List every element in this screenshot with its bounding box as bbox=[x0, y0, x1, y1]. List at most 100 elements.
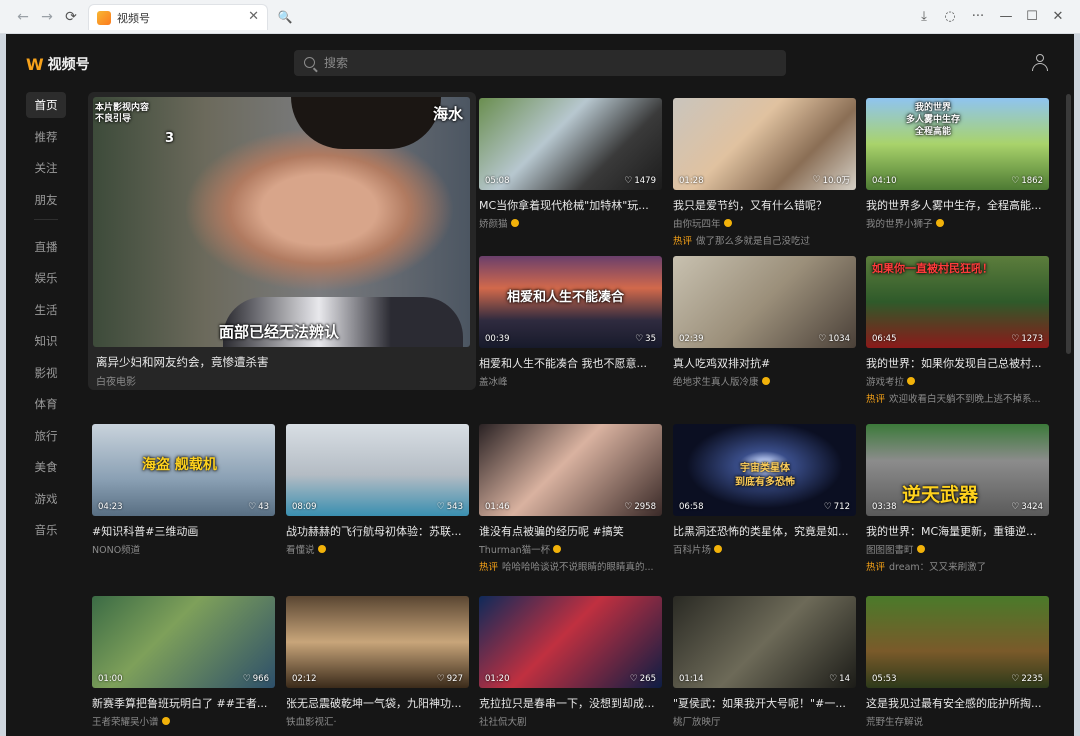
reload-icon[interactable]: ⟳ bbox=[62, 8, 80, 26]
video-title[interactable]: 张无忌震破乾坤一气袋，九阳神功... bbox=[286, 695, 469, 711]
video-title[interactable]: 新赛季算把鲁班玩明白了 ##王者... bbox=[92, 695, 275, 711]
sidebar-item-knowledge[interactable]: 知识 bbox=[26, 328, 66, 354]
video-card[interactable]: 01:14 ♡ 14 "夏侯武：如果我开大号呢！"#一... 桃厂放映厅 bbox=[673, 596, 856, 736]
video-thumbnail[interactable]: 01:00 ♡ 966 bbox=[92, 596, 275, 688]
sidebar-item-live[interactable]: 直播 bbox=[26, 234, 66, 260]
video-author[interactable]: 我的世界小狮子 bbox=[866, 216, 1049, 230]
video-author[interactable]: Thurman猫一杯 bbox=[479, 542, 662, 556]
feature-author[interactable]: 白夜电影 bbox=[96, 373, 136, 388]
video-thumbnail[interactable]: 相爱和人生不能凑合 00:39 ♡ 35 bbox=[479, 256, 662, 348]
video-card[interactable]: 01:20 ♡ 265 克拉拉只是春串一下，没想到却成... 社社侃大剧 bbox=[479, 596, 662, 736]
video-title[interactable]: 这是我见过最有安全感的庇护所掏... bbox=[866, 695, 1049, 711]
video-card[interactable]: 05:08 ♡ 1479 MC当你拿着现代枪械"加特林"玩... 娇颜猫 bbox=[479, 98, 662, 248]
video-card[interactable]: 相爱和人生不能凑合 00:39 ♡ 35 相爱和人生不能凑合 我也不愿意... 盖… bbox=[479, 256, 662, 406]
video-title[interactable]: 相爱和人生不能凑合 我也不愿意... bbox=[479, 355, 662, 371]
video-author[interactable]: 桃厂放映厅 bbox=[673, 714, 856, 728]
hot-comment[interactable]: 热评 哈哈哈哈谈说不说眼睛的眼睛真的... bbox=[479, 559, 662, 573]
video-title[interactable]: 我只是爱节约，又有什么错呢？ bbox=[673, 197, 856, 213]
video-thumbnail[interactable]: 01:46 ♡ 2958 bbox=[479, 424, 662, 516]
browser-tab[interactable]: 视频号 ✕ bbox=[88, 4, 268, 30]
app-logo[interactable]: W 视频号 bbox=[26, 54, 90, 74]
sidebar-item-sports[interactable]: 体育 bbox=[26, 391, 66, 417]
video-card[interactable]: 01:00 ♡ 966 新赛季算把鲁班玩明白了 ##王者... 王者荣耀吴小谱 bbox=[92, 596, 275, 736]
video-card[interactable]: 如果你一直被村民狂吼！ 06:45 ♡ 1273 我的世界：如果你发现自己总被村.… bbox=[866, 256, 1049, 406]
video-thumbnail[interactable]: 01:20 ♡ 265 bbox=[479, 596, 662, 688]
video-author[interactable]: 铁血影视汇· bbox=[286, 714, 469, 728]
video-author[interactable]: 看懂说 bbox=[286, 542, 469, 556]
video-author[interactable]: 百科片场 bbox=[673, 542, 856, 556]
video-card[interactable]: 05:53 ♡ 2235 这是我见过最有安全感的庇护所掏... 荒野生存解说 bbox=[866, 596, 1049, 736]
sidebar-item-travel[interactable]: 旅行 bbox=[26, 423, 66, 449]
video-card[interactable]: 宇宙类星体 到底有多恐怖 06:58 ♡ 712 比黑洞还恐怖的类星体，究竟是如.… bbox=[673, 424, 856, 574]
sidebar-item-follow[interactable]: 关注 bbox=[26, 155, 66, 181]
video-author[interactable]: 盖冰峰 bbox=[479, 374, 662, 388]
video-author[interactable]: 绝地求生真人版冷康 bbox=[673, 374, 856, 388]
sidebar-item-recommend[interactable]: 推荐 bbox=[26, 124, 66, 150]
user-icon[interactable] bbox=[1032, 54, 1048, 71]
sidebar-item-entertainment[interactable]: 娱乐 bbox=[26, 265, 66, 291]
video-title[interactable]: 谁没有点被骗的经历呢 #搞笑 bbox=[479, 523, 662, 539]
video-thumbnail[interactable]: 海盗 舰载机 04:23 ♡ 43 bbox=[92, 424, 275, 516]
video-title[interactable]: MC当你拿着现代枪械"加特林"玩... bbox=[479, 197, 662, 213]
feature-title[interactable]: 离异少妇和网友约会，竟惨遭杀害 bbox=[96, 354, 269, 370]
video-title[interactable]: 战功赫赫的飞行航母初体验：苏联... bbox=[286, 523, 469, 539]
video-card[interactable]: 逆天武器 03:38 ♡ 3424 我的世界：MC海量更新，重锤逆... 图图图書… bbox=[866, 424, 1049, 574]
video-thumbnail[interactable]: 08:09 ♡ 543 bbox=[286, 424, 469, 516]
video-author[interactable]: 荒野生存解说 bbox=[866, 714, 1049, 728]
sidebar-item-music[interactable]: 音乐 bbox=[26, 517, 66, 543]
video-card[interactable]: 01:28 ♡ 10.0万 我只是爱节约，又有什么错呢？ 由你玩四年 热评 做了那么… bbox=[673, 98, 856, 248]
video-card[interactable]: 02:39 ♡ 1034 真人吃鸡双排对抗# 绝地求生真人版冷康 bbox=[673, 256, 856, 406]
video-thumbnail[interactable]: 05:08 ♡ 1479 bbox=[479, 98, 662, 190]
video-card[interactable]: 01:46 ♡ 2958 谁没有点被骗的经历呢 #搞笑 Thurman猫一杯 热评… bbox=[479, 424, 662, 574]
tab-close-icon[interactable]: ✕ bbox=[248, 9, 259, 24]
window-close-icon[interactable]: ✕ bbox=[1048, 8, 1068, 26]
maximize-icon[interactable]: ☐ bbox=[1022, 8, 1042, 26]
video-title[interactable]: 我的世界多人雾中生存，全程高能... bbox=[866, 197, 1049, 213]
forward-icon[interactable]: → bbox=[38, 8, 56, 26]
sidebar-item-film[interactable]: 影视 bbox=[26, 360, 66, 386]
scrollbar[interactable] bbox=[1066, 94, 1071, 354]
video-author[interactable]: 由你玩四年 bbox=[673, 216, 856, 230]
video-title[interactable]: #知识科普#三维动画 bbox=[92, 523, 275, 539]
video-title[interactable]: 比黑洞还恐怖的类星体，究竟是如... bbox=[673, 523, 856, 539]
video-author[interactable]: 王者荣耀吴小谱 bbox=[92, 714, 275, 728]
back-icon[interactable]: ← bbox=[14, 8, 32, 26]
download-icon[interactable]: ⤓ bbox=[914, 8, 934, 26]
video-thumbnail[interactable]: 01:14 ♡ 14 bbox=[673, 596, 856, 688]
sidebar-item-life[interactable]: 生活 bbox=[26, 297, 66, 323]
video-title[interactable]: 克拉拉只是春串一下，没想到却成... bbox=[479, 695, 662, 711]
sidebar-item-home[interactable]: 首页 bbox=[26, 92, 66, 118]
globe-icon[interactable]: ◌ bbox=[940, 8, 960, 26]
minimize-icon[interactable]: — bbox=[996, 8, 1016, 26]
video-card[interactable]: 海盗 舰载机 04:23 ♡ 43 #知识科普#三维动画 NONO频道 bbox=[92, 424, 275, 574]
video-author[interactable]: 游戏考拉 bbox=[866, 374, 1049, 388]
video-author[interactable]: 图图图書町 bbox=[866, 542, 1049, 556]
video-thumbnail[interactable]: 逆天武器 03:38 ♡ 3424 bbox=[866, 424, 1049, 516]
tab-search-icon[interactable]: 🔍 bbox=[276, 8, 294, 26]
featured-thumbnail[interactable]: 本片影视内容 不良引导 3 海水 面部已经无法辨认 bbox=[93, 97, 470, 347]
video-card[interactable]: 08:09 ♡ 543 战功赫赫的飞行航母初体验：苏联... 看懂说 bbox=[286, 424, 469, 574]
video-title[interactable]: 我的世界：如果你发现自己总被村... bbox=[866, 355, 1049, 371]
video-title[interactable]: "夏侯武：如果我开大号呢！"#一... bbox=[673, 695, 856, 711]
video-author[interactable]: 娇颜猫 bbox=[479, 216, 662, 230]
video-title[interactable]: 真人吃鸡双排对抗# bbox=[673, 355, 856, 371]
video-thumbnail[interactable]: 05:53 ♡ 2235 bbox=[866, 596, 1049, 688]
video-thumbnail[interactable]: 如果你一直被村民狂吼！ 06:45 ♡ 1273 bbox=[866, 256, 1049, 348]
video-title[interactable]: 我的世界：MC海量更新，重锤逆... bbox=[866, 523, 1049, 539]
hot-comment[interactable]: 热评 做了那么多就是自己没吃过 bbox=[673, 233, 856, 247]
featured-video-card[interactable]: 本片影视内容 不良引导 3 海水 面部已经无法辨认 离异少妇和网友约会，竟惨遭杀… bbox=[88, 92, 476, 390]
video-author[interactable]: NONO频道 bbox=[92, 542, 275, 556]
sidebar-item-food[interactable]: 美食 bbox=[26, 454, 66, 480]
hot-comment[interactable]: 热评 dream：又又来刷激了 bbox=[866, 559, 1049, 573]
hot-comment[interactable]: 热评 欢迎收看白天躺不到晚上逃不掉系... bbox=[866, 391, 1049, 405]
sidebar-item-games[interactable]: 游戏 bbox=[26, 486, 66, 512]
search-input[interactable] bbox=[324, 50, 774, 76]
video-thumbnail[interactable]: 01:28 ♡ 10.0万 bbox=[673, 98, 856, 190]
more-icon[interactable]: ··· bbox=[968, 8, 988, 26]
video-card[interactable]: 02:12 ♡ 927 张无忌震破乾坤一气袋，九阳神功... 铁血影视汇· bbox=[286, 596, 469, 736]
video-thumbnail[interactable]: 宇宙类星体 到底有多恐怖 06:58 ♡ 712 bbox=[673, 424, 856, 516]
video-thumbnail[interactable]: 02:12 ♡ 927 bbox=[286, 596, 469, 688]
video-card[interactable]: 我的世界 多人雾中生存 全程高能 04:10 ♡ 1862 我的世界多人雾中生存，… bbox=[866, 98, 1049, 248]
search-bar[interactable] bbox=[294, 50, 786, 76]
video-thumbnail[interactable]: 02:39 ♡ 1034 bbox=[673, 256, 856, 348]
